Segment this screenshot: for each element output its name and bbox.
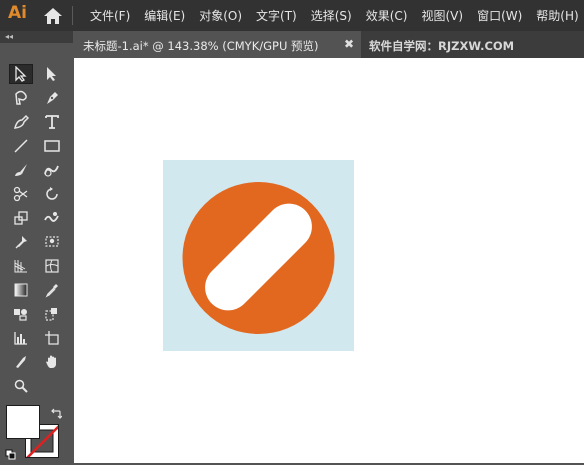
home-icon[interactable] [42, 7, 64, 25]
curvature-tool-icon[interactable] [9, 112, 33, 132]
rotate-tool-icon[interactable] [40, 184, 64, 204]
mesh-tool-icon[interactable] [40, 256, 64, 276]
menu-effect[interactable]: 效果(C) [366, 7, 408, 25]
menu-type[interactable]: 文字(T) [256, 7, 297, 25]
tab-document[interactable]: 未标题-1.ai* @ 143.38% (CMYK/GPU 预览) ✖ [74, 31, 361, 58]
app-logo: Ai [8, 3, 27, 23]
direct-selection-tool-icon[interactable] [40, 64, 64, 84]
menu-edit[interactable]: 编辑(E) [144, 7, 185, 25]
pen-tool-icon[interactable] [40, 88, 64, 108]
menu-divider [72, 6, 73, 25]
document-tab-bar: 未标题-1.ai* @ 143.38% (CMYK/GPU 预览) ✖ 软件自学… [74, 31, 584, 58]
paintbrush-tool-icon[interactable] [9, 160, 33, 180]
tab-document-title: 未标题-1.ai* @ 143.38% (CMYK/GPU 预览) [83, 39, 319, 53]
scale-tool-icon[interactable] [9, 208, 33, 228]
menu-help[interactable]: 帮助(H) [536, 7, 578, 25]
menu-select[interactable]: 选择(S) [311, 7, 352, 25]
menu-window[interactable]: 窗口(W) [477, 7, 522, 25]
warp-tool-icon[interactable] [40, 208, 64, 228]
perspective-grid-tool-icon[interactable] [9, 256, 33, 276]
type-tool-icon[interactable] [40, 112, 64, 132]
free-transform-tool-icon[interactable] [40, 232, 64, 252]
canvas-area[interactable] [74, 58, 584, 463]
gradient-tool-icon[interactable] [9, 280, 33, 300]
toolbox-collapse-button[interactable]: ◂◂ [0, 31, 73, 43]
menu-bar: Ai 文件(F) 编辑(E) 对象(O) 文字(T) 选择(S) 效果(C) 视… [0, 0, 584, 31]
default-fill-stroke-icon[interactable] [5, 446, 17, 460]
close-icon[interactable]: ✖ [344, 37, 354, 51]
menu-object[interactable]: 对象(O) [199, 7, 242, 25]
puppet-warp-tool-icon[interactable] [9, 232, 33, 252]
selection-tool-icon[interactable] [9, 64, 33, 84]
artboard[interactable] [163, 160, 354, 351]
blend-tool-icon[interactable] [40, 304, 64, 324]
slice-tool-icon[interactable] [9, 352, 33, 372]
menu-view[interactable]: 视图(V) [421, 7, 463, 25]
tab-watermark-title: 软件自学网：RJZXW.COM [369, 39, 515, 53]
line-segment-tool-icon[interactable] [9, 136, 33, 156]
column-graph-tool-icon[interactable] [9, 328, 33, 348]
hand-tool-icon[interactable] [40, 352, 64, 372]
artboard-tool-icon[interactable] [40, 328, 64, 348]
menu-file[interactable]: 文件(F) [90, 7, 130, 25]
zoom-tool-icon[interactable] [9, 376, 33, 396]
toolbox-panel: ◂◂ [0, 31, 73, 463]
fill-swatch[interactable] [6, 405, 40, 439]
symbol-sprayer-tool-icon[interactable] [9, 304, 33, 324]
scissors-tool-icon[interactable] [9, 184, 33, 204]
shaper-tool-icon[interactable] [40, 160, 64, 180]
swap-fill-stroke-icon[interactable] [50, 405, 63, 419]
main-menu: 文件(F) 编辑(E) 对象(O) 文字(T) 选择(S) 效果(C) 视图(V… [90, 7, 579, 25]
tab-watermark[interactable]: 软件自学网：RJZXW.COM [361, 31, 584, 58]
rectangle-tool-icon[interactable] [40, 136, 64, 156]
magic-wand-tool-icon[interactable] [9, 88, 33, 108]
eyedropper-tool-icon[interactable] [40, 280, 64, 300]
